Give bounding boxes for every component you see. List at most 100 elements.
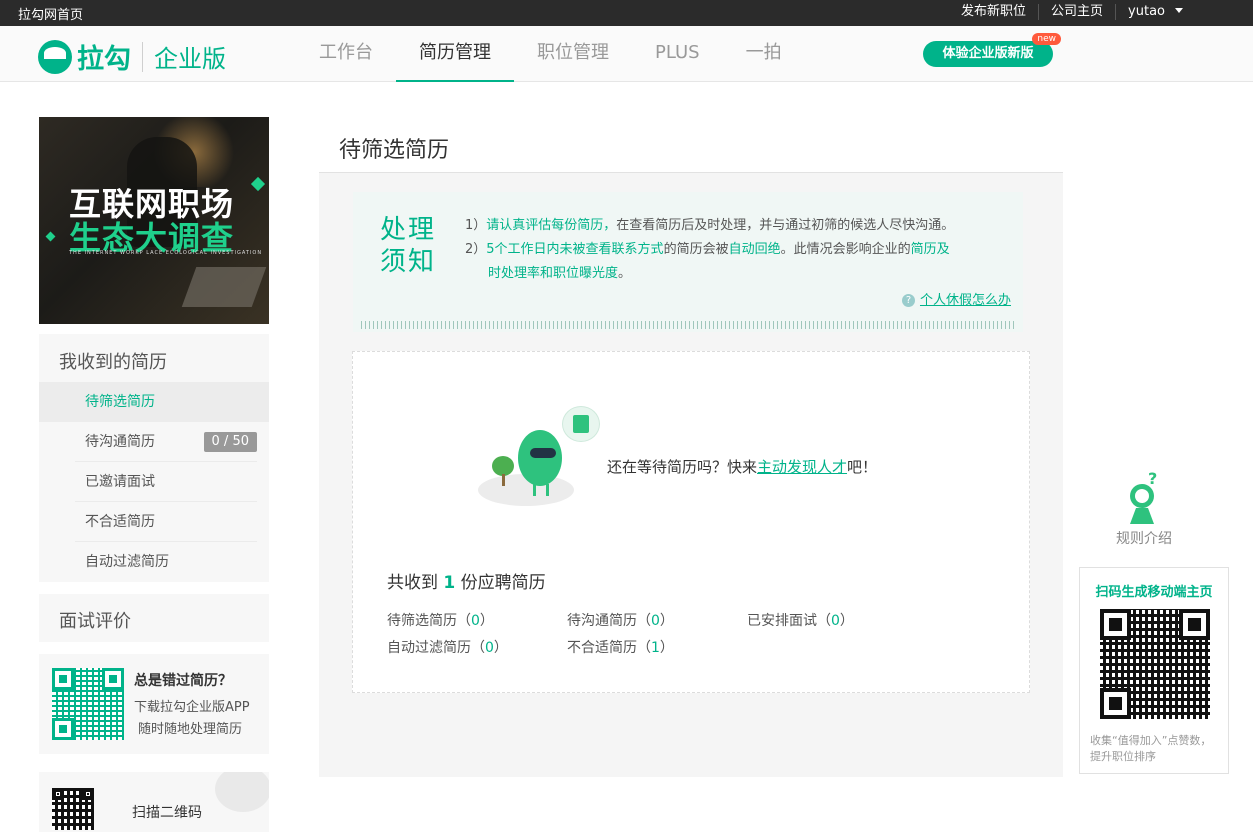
nav-resume-management[interactable]: 简历管理 bbox=[396, 26, 514, 82]
notice-title: 处理 须知 bbox=[380, 214, 436, 278]
page-title: 待筛选简历 bbox=[319, 123, 1063, 173]
sidebar-item-label: 待筛选简历 bbox=[85, 394, 155, 410]
rules-intro-label: 规则介绍 bbox=[1116, 531, 1172, 547]
waiting-message-post: 吧！ bbox=[847, 458, 878, 476]
logo-edition: 企业版 bbox=[154, 45, 226, 73]
stat-value: 0 bbox=[651, 613, 660, 629]
notice-title-line1: 处理 bbox=[380, 215, 437, 245]
notice-rule-2-highlight: 5个工作日内未被查看联系方式 bbox=[486, 242, 664, 257]
mobile-homepage-qr-card: 扫码生成移动端主页 收集“值得加入”点赞数，提升职位排序 bbox=[1079, 567, 1229, 774]
stat-unsuitable[interactable]: 不合适简历（1） bbox=[567, 637, 674, 657]
sidebar-item-invited-interview[interactable]: 已邀请面试 bbox=[39, 462, 269, 502]
stat-value: 1 bbox=[651, 640, 660, 656]
stat-end: ） bbox=[839, 613, 854, 629]
top-bar: 拉勾网首页 发布新职位 公司主页 yutao bbox=[0, 0, 1253, 26]
lagou-home-link[interactable]: 拉勾网首页 bbox=[18, 4, 83, 23]
resume-content-area: 还在等待简历吗？快来主动发现人才吧！ 共收到 1 份应聘简历 待筛选简历（0） … bbox=[352, 351, 1030, 693]
app-promo-line1: 下载拉勾企业版APP bbox=[134, 700, 250, 715]
publish-job-link[interactable]: 发布新职位 bbox=[949, 4, 1038, 20]
scan-qr-code bbox=[52, 788, 94, 830]
sidebar-item-label: 待沟通简历 bbox=[85, 434, 155, 450]
stat-label: 待筛选简历（ bbox=[387, 613, 471, 629]
stat-value: 0 bbox=[471, 613, 480, 629]
chat-bubble-icon bbox=[215, 772, 269, 812]
total-count: 1 bbox=[443, 573, 456, 593]
sidebar-item-auto-filtered[interactable]: 自动过滤简历 bbox=[39, 542, 269, 582]
sidebar-item-pending-contact[interactable]: 待沟通简历 0 / 50 bbox=[39, 422, 269, 462]
tree-trunk bbox=[502, 474, 505, 486]
received-resumes-title: 我收到的简历 bbox=[59, 352, 167, 373]
nav-job-management[interactable]: 职位管理 bbox=[514, 26, 632, 82]
sidebar-item-unsuitable[interactable]: 不合适简历 bbox=[39, 502, 269, 542]
waiting-message-pre: 还在等待简历吗？快来 bbox=[607, 458, 758, 476]
survey-banner[interactable]: 互联网职场 生态大调查 THE INTERNET WORKP LACE ECOL… bbox=[39, 117, 269, 324]
question-icon: ? bbox=[901, 294, 915, 307]
stat-label: 不合适简历（ bbox=[567, 640, 651, 656]
sidebar-item-pending-screening[interactable]: 待筛选简历 bbox=[39, 382, 269, 422]
logo[interactable]: 拉勾 企业版 bbox=[38, 37, 226, 76]
notice-rule-2-highlight4: 时处理率和职位曝光度 bbox=[488, 266, 619, 281]
new-badge: new bbox=[1032, 33, 1061, 45]
try-new-version-label: 体验企业版新版 bbox=[942, 46, 1034, 61]
stat-end: ） bbox=[493, 640, 508, 656]
notice-rule-1-text: 在查看简历后及时处理，并与通过初筛的候选人尽快沟通。 bbox=[616, 218, 955, 233]
stat-pending-screening[interactable]: 待筛选简历（0） bbox=[387, 610, 494, 630]
ruler-decoration bbox=[361, 321, 1015, 329]
notice-rule-2: 2）5个工作日内未被查看联系方式的简历会被自动回绝。此情况会影响企业的简历及 bbox=[465, 238, 950, 257]
resume-bubble-icon bbox=[562, 406, 600, 442]
notice-rule-2-text2: 。此情况会影响企业的 bbox=[780, 242, 911, 257]
received-resumes-panel: 我收到的简历 待筛选简历 待沟通简历 0 / 50 已邀请面试 不合适简历 自动… bbox=[39, 334, 269, 582]
stat-end: ） bbox=[479, 613, 494, 629]
logo-divider bbox=[142, 41, 143, 72]
mascot-glasses bbox=[530, 448, 556, 458]
mascot-body bbox=[518, 430, 562, 486]
stat-pending-contact[interactable]: 待沟通简历（0） bbox=[567, 610, 674, 630]
notice-title-line2: 须知 bbox=[380, 247, 437, 277]
rules-intro-button[interactable]: ? 规则介绍 bbox=[1114, 470, 1174, 550]
vacation-help-link[interactable]: ? 个人休假怎么办 bbox=[901, 289, 1011, 308]
try-new-version-button[interactable]: 体验企业版新版 new bbox=[923, 33, 1061, 67]
leaf-decoration-icon bbox=[250, 176, 266, 192]
nav-workbench[interactable]: 工作台 bbox=[296, 26, 396, 82]
notice-rule-2-num: 2） bbox=[465, 242, 487, 257]
stat-end: ） bbox=[659, 613, 674, 629]
caret-down-icon bbox=[1175, 8, 1183, 13]
stat-label: 自动过滤简历（ bbox=[387, 640, 485, 656]
page-fold-corner bbox=[1039, 123, 1063, 147]
waiting-message: 还在等待简历吗？快来主动发现人才吧！ bbox=[607, 456, 877, 477]
discover-talent-link[interactable]: 主动发现人才 bbox=[757, 458, 847, 476]
waiting-mascot-illustration bbox=[478, 402, 600, 512]
sidebar-item-interview-evaluation[interactable]: 面试评价 bbox=[39, 594, 269, 642]
notice-rule-1-highlight: 请认真评估每份简历， bbox=[486, 218, 617, 233]
notice-rule-2-text: 的简历会被 bbox=[663, 242, 729, 257]
main-nav: 拉勾 企业版 工作台 简历管理 职位管理 PLUS 一拍 体验企业版新版 new bbox=[0, 26, 1253, 82]
stat-label: 待沟通简历（ bbox=[567, 613, 651, 629]
qr-card-title: 扫码生成移动端主页 bbox=[1095, 585, 1213, 600]
mascot-legs bbox=[533, 484, 549, 496]
leaf-decoration-icon bbox=[45, 231, 56, 242]
nav-plus[interactable]: PLUS bbox=[632, 26, 723, 82]
notice-rule-2-highlight3: 简历及 bbox=[910, 242, 950, 257]
notice-rule-1-num: 1） bbox=[465, 218, 487, 233]
notice-rule-2-cont: 时处理率和职位曝光度。 bbox=[488, 262, 631, 281]
lagou-logo-icon bbox=[38, 39, 72, 74]
mobile-homepage-qr-code bbox=[1100, 609, 1210, 719]
stat-auto-filtered[interactable]: 自动过滤简历（0） bbox=[387, 637, 508, 657]
nav-menu: 工作台 简历管理 职位管理 PLUS 一拍 bbox=[296, 26, 805, 82]
total-resumes: 共收到 1 份应聘简历 bbox=[387, 568, 546, 593]
user-menu[interactable]: yutao bbox=[1115, 4, 1195, 20]
stat-interviews-arranged[interactable]: 已安排面试（0） bbox=[747, 610, 854, 630]
username: yutao bbox=[1128, 4, 1165, 19]
app-promo-title: 总是错过简历？ bbox=[134, 673, 232, 689]
company-page-link[interactable]: 公司主页 bbox=[1038, 4, 1115, 20]
notice-rule-2-highlight2: 自动回绝 bbox=[728, 242, 781, 257]
nav-yipai[interactable]: 一拍 bbox=[723, 26, 805, 82]
stat-value: 0 bbox=[831, 613, 840, 629]
sidebar-item-label: 自动过滤简历 bbox=[85, 554, 169, 570]
logo-name: 拉勾 bbox=[77, 44, 131, 75]
pending-contact-count-badge: 0 / 50 bbox=[203, 432, 257, 452]
banner-laptop-image bbox=[181, 267, 267, 307]
app-download-promo: 总是错过简历？ 下载拉勾企业版APP 随时随地处理简历 bbox=[39, 654, 269, 754]
top-bar-right: 发布新职位 公司主页 yutao bbox=[949, 4, 1195, 20]
app-promo-line2: 随时随地处理简历 bbox=[138, 722, 243, 737]
